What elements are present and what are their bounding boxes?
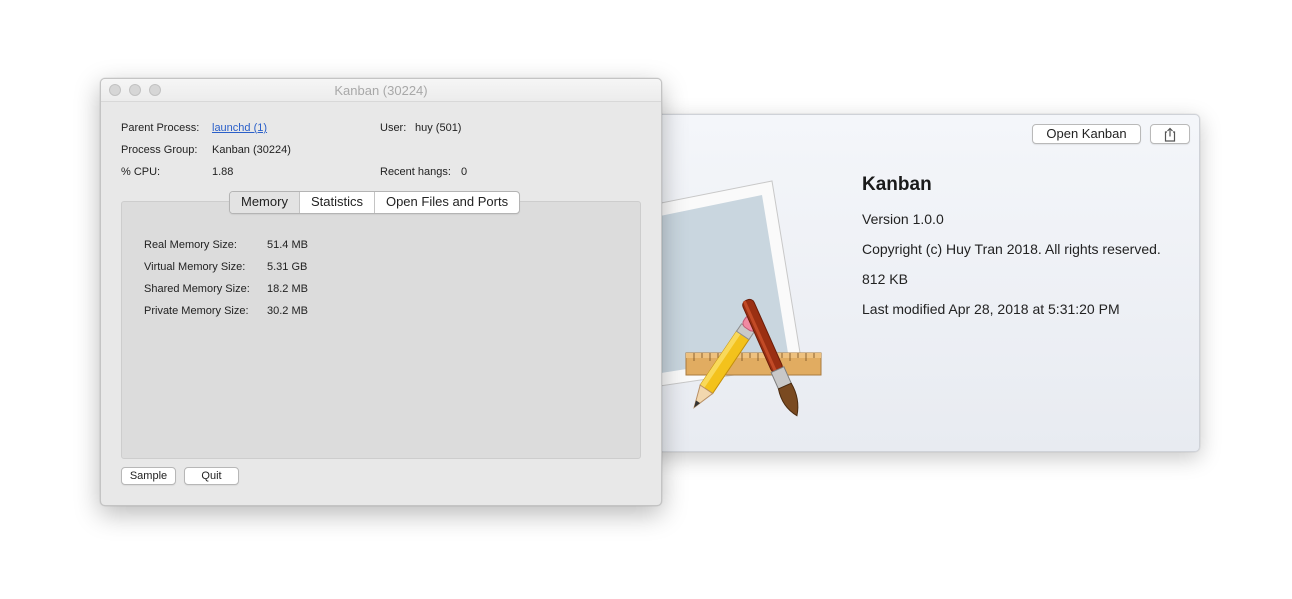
window-title: Kanban (30224) xyxy=(334,83,428,98)
app-copyright: Copyright (c) Huy Tran 2018. All rights … xyxy=(862,241,1161,257)
private-memory-label: Private Memory Size: xyxy=(144,305,249,317)
user-value: huy (501) xyxy=(415,122,462,134)
tab-memory[interactable]: Memory xyxy=(230,192,299,213)
share-button[interactable] xyxy=(1150,124,1190,144)
title-bar[interactable]: Kanban (30224) xyxy=(101,79,661,102)
process-inspector-window: Kanban (30224) Parent Process: launchd (… xyxy=(100,78,662,506)
real-memory-label: Real Memory Size: xyxy=(144,239,237,251)
cpu-label: % CPU: xyxy=(121,166,161,178)
recent-hangs-value: 0 xyxy=(461,166,468,178)
private-memory-value: 30.2 MB xyxy=(267,305,308,317)
process-group-label: Process Group: xyxy=(121,144,198,156)
user-label: User: xyxy=(380,122,407,134)
parent-process-label: Parent Process: xyxy=(121,122,200,134)
quit-button[interactable]: Quit xyxy=(184,467,239,485)
recent-hangs-label: Recent hangs: xyxy=(380,166,451,178)
parent-process-link[interactable]: launchd (1) xyxy=(212,122,267,134)
app-size: 812 KB xyxy=(862,271,908,287)
tab-bar: Memory Statistics Open Files and Ports xyxy=(229,191,521,214)
open-app-button[interactable]: Open Kanban xyxy=(1032,124,1141,144)
app-info-window: Open Kanban Kanban Version 1.0.0 Copyrig… xyxy=(645,114,1200,452)
shared-memory-label: Shared Memory Size: xyxy=(144,283,250,295)
sample-button[interactable]: Sample xyxy=(121,467,176,485)
real-memory-value: 51.4 MB xyxy=(267,239,308,251)
shared-memory-value: 18.2 MB xyxy=(267,283,308,295)
virtual-memory-label: Virtual Memory Size: xyxy=(144,261,246,273)
tab-statistics[interactable]: Statistics xyxy=(298,192,374,213)
virtual-memory-value: 5.31 GB xyxy=(267,261,308,273)
share-icon xyxy=(1164,127,1176,142)
app-version: Version 1.0.0 xyxy=(862,211,944,227)
app-last-modified: Last modified Apr 28, 2018 at 5:31:20 PM xyxy=(862,301,1120,317)
app-icon xyxy=(646,180,822,417)
cpu-value: 1.88 xyxy=(212,166,234,178)
tab-open-files-and-ports[interactable]: Open Files and Ports xyxy=(373,192,519,213)
app-name: Kanban xyxy=(862,174,932,195)
process-group-value: Kanban (30224) xyxy=(212,144,291,156)
